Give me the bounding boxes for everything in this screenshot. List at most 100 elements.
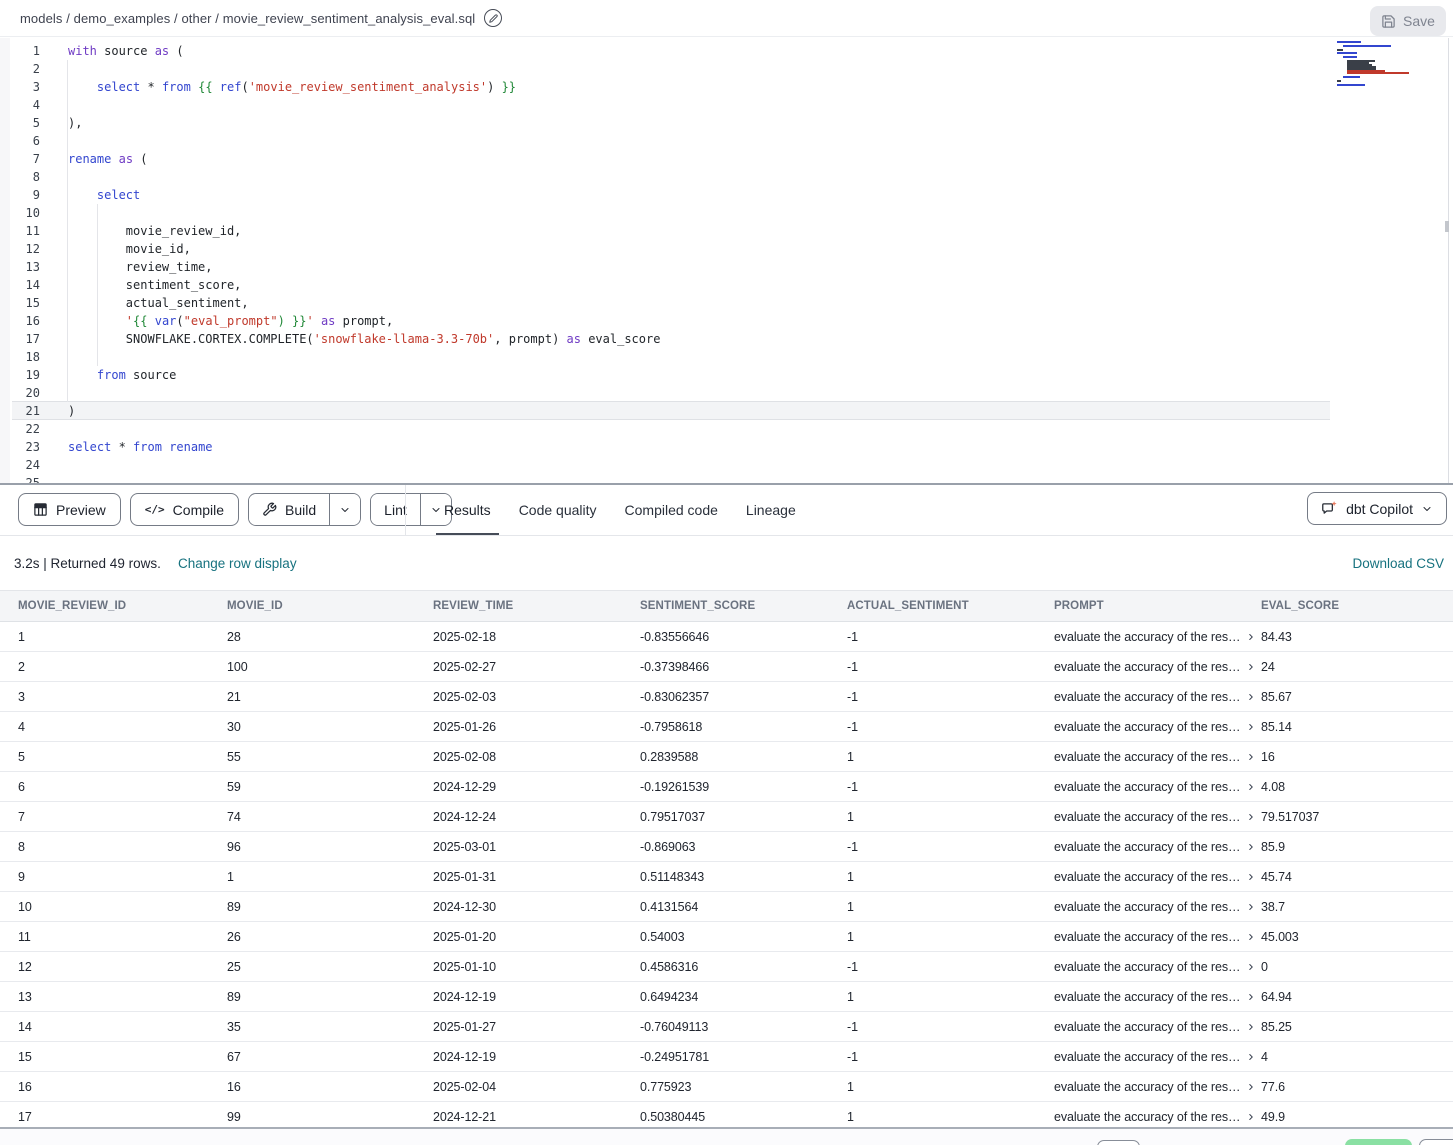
- results-tabs: Results Code quality Compiled code Linea…: [430, 485, 810, 535]
- code-line[interactable]: with source as (: [68, 42, 1353, 60]
- code-line[interactable]: from source: [68, 366, 1353, 384]
- code-line[interactable]: select * from {{ ref('movie_review_senti…: [68, 78, 1353, 96]
- change-row-display-link[interactable]: Change row display: [178, 556, 297, 571]
- code-line[interactable]: select: [68, 186, 1353, 204]
- expand-prompt-icon[interactable]: [1246, 722, 1256, 732]
- cell-eval_score: 45.003: [1261, 922, 1453, 951]
- preview-label: Preview: [56, 502, 106, 518]
- expand-prompt-icon[interactable]: [1246, 872, 1256, 882]
- cell-prompt: evaluate the accuracy of the res…: [1054, 802, 1261, 831]
- cell-sentiment_score: 0.54003: [640, 922, 847, 951]
- cell-eval_score: 45.74: [1261, 862, 1453, 891]
- code-line[interactable]: [68, 204, 1353, 222]
- results-table-header: MOVIE_REVIEW_ID MOVIE_ID REVIEW_TIME SEN…: [0, 591, 1453, 622]
- code-line[interactable]: [68, 384, 1353, 402]
- bottom-green-button[interactable]: [1345, 1139, 1412, 1145]
- cell-review_time: 2024-12-24: [433, 802, 640, 831]
- table-row: 10892024-12-300.41315641evaluate the acc…: [0, 892, 1453, 922]
- code-line[interactable]: select * from rename: [68, 438, 1353, 456]
- tab-compiled-code[interactable]: Compiled code: [611, 485, 732, 535]
- expand-prompt-icon[interactable]: [1246, 932, 1256, 942]
- code-content[interactable]: with source as ( select * from {{ ref('m…: [68, 42, 1353, 483]
- code-editor[interactable]: 1234567891011121314151617181920212223242…: [0, 38, 1453, 483]
- code-line[interactable]: [68, 456, 1353, 474]
- expand-prompt-icon[interactable]: [1246, 1022, 1256, 1032]
- cell-sentiment_score: -0.19261539: [640, 772, 847, 801]
- cell-prompt: evaluate the accuracy of the res…: [1054, 742, 1261, 771]
- cell-movie_id: 35: [227, 1012, 433, 1041]
- edit-circle-icon[interactable]: [484, 9, 502, 27]
- expand-prompt-icon[interactable]: [1246, 782, 1256, 792]
- expand-prompt-icon[interactable]: [1246, 842, 1256, 852]
- cell-sentiment_score: -0.83062357: [640, 682, 847, 711]
- bottom-partial-button[interactable]: [1419, 1139, 1453, 1145]
- code-line[interactable]: actual_sentiment,: [68, 294, 1353, 312]
- expand-prompt-icon[interactable]: [1246, 812, 1256, 822]
- cell-actual_sentiment: 1: [847, 982, 1054, 1011]
- cell-prompt: evaluate the accuracy of the res…: [1054, 622, 1261, 651]
- dbt-copilot-button[interactable]: dbt Copilot: [1307, 492, 1447, 525]
- code-line[interactable]: review_time,: [68, 258, 1353, 276]
- download-csv-link[interactable]: Download CSV: [1352, 556, 1444, 571]
- code-line[interactable]: movie_review_id,: [68, 222, 1353, 240]
- table-row: 12252025-01-100.4586316-1evaluate the ac…: [0, 952, 1453, 982]
- code-line[interactable]: rename as (: [68, 150, 1353, 168]
- code-line[interactable]: ): [68, 402, 1353, 420]
- expand-prompt-icon[interactable]: [1246, 902, 1256, 912]
- expand-prompt-icon[interactable]: [1246, 962, 1256, 972]
- line-number: 15: [0, 294, 40, 312]
- code-brackets-icon: </>: [145, 503, 165, 516]
- minimap[interactable]: [1335, 41, 1423, 131]
- save-button[interactable]: Save: [1370, 6, 1446, 36]
- code-line[interactable]: SNOWFLAKE.CORTEX.COMPLETE('snowflake-lla…: [68, 330, 1353, 348]
- query-status-text: 3.2s | Returned 49 rows.: [14, 556, 161, 571]
- code-line[interactable]: sentiment_score,: [68, 276, 1353, 294]
- cell-review_time: 2025-02-03: [433, 682, 640, 711]
- cell-sentiment_score: 0.775923: [640, 1072, 847, 1101]
- line-number: 24: [0, 456, 40, 474]
- code-line[interactable]: ),: [68, 114, 1353, 132]
- code-line[interactable]: [68, 96, 1353, 114]
- results-status-bar: 3.2s | Returned 49 rows. Change row disp…: [0, 536, 1453, 590]
- code-line[interactable]: movie_id,: [68, 240, 1353, 258]
- table-row: 8962025-03-01-0.869063-1evaluate the acc…: [0, 832, 1453, 862]
- expand-prompt-icon[interactable]: [1246, 662, 1256, 672]
- cell-actual_sentiment: 1: [847, 862, 1054, 891]
- expand-prompt-icon[interactable]: [1246, 992, 1256, 1002]
- lint-button[interactable]: Lint: [371, 494, 420, 525]
- build-dropdown-button[interactable]: [329, 494, 360, 525]
- breadcrumb[interactable]: models / demo_examples / other / movie_r…: [20, 11, 475, 26]
- code-line[interactable]: [68, 474, 1353, 483]
- preview-button[interactable]: Preview: [18, 493, 121, 526]
- cell-actual_sentiment: -1: [847, 832, 1054, 861]
- tab-results[interactable]: Results: [430, 485, 505, 535]
- code-line[interactable]: [68, 60, 1353, 78]
- tab-lineage[interactable]: Lineage: [732, 485, 810, 535]
- editor-scrollbar[interactable]: [1445, 221, 1449, 232]
- cell-prompt: evaluate the accuracy of the res…: [1054, 1102, 1261, 1127]
- build-button[interactable]: Build: [249, 494, 329, 525]
- code-line[interactable]: [68, 168, 1353, 186]
- expand-prompt-icon[interactable]: [1246, 692, 1256, 702]
- cell-movie_review_id: 6: [18, 772, 227, 801]
- code-line[interactable]: [68, 348, 1353, 366]
- column-header-movie-id: MOVIE_ID: [227, 591, 433, 621]
- build-label: Build: [285, 502, 316, 518]
- expand-prompt-icon[interactable]: [1246, 1112, 1256, 1122]
- bottom-partial-button[interactable]: [1097, 1140, 1140, 1145]
- cell-actual_sentiment: -1: [847, 772, 1054, 801]
- code-line[interactable]: '{{ var("eval_prompt") }}' as prompt,: [68, 312, 1353, 330]
- line-number: 16: [0, 312, 40, 330]
- cell-prompt: evaluate the accuracy of the res…: [1054, 1042, 1261, 1071]
- cell-prompt: evaluate the accuracy of the res…: [1054, 652, 1261, 681]
- expand-prompt-icon[interactable]: [1246, 632, 1256, 642]
- code-line[interactable]: [68, 132, 1353, 150]
- code-line[interactable]: [68, 420, 1353, 438]
- tab-code-quality[interactable]: Code quality: [505, 485, 611, 535]
- compile-button[interactable]: </> Compile: [130, 493, 239, 526]
- cell-eval_score: 16: [1261, 742, 1453, 771]
- expand-prompt-icon[interactable]: [1246, 1082, 1256, 1092]
- expand-prompt-icon[interactable]: [1246, 1052, 1256, 1062]
- cell-movie_id: 25: [227, 952, 433, 981]
- expand-prompt-icon[interactable]: [1246, 752, 1256, 762]
